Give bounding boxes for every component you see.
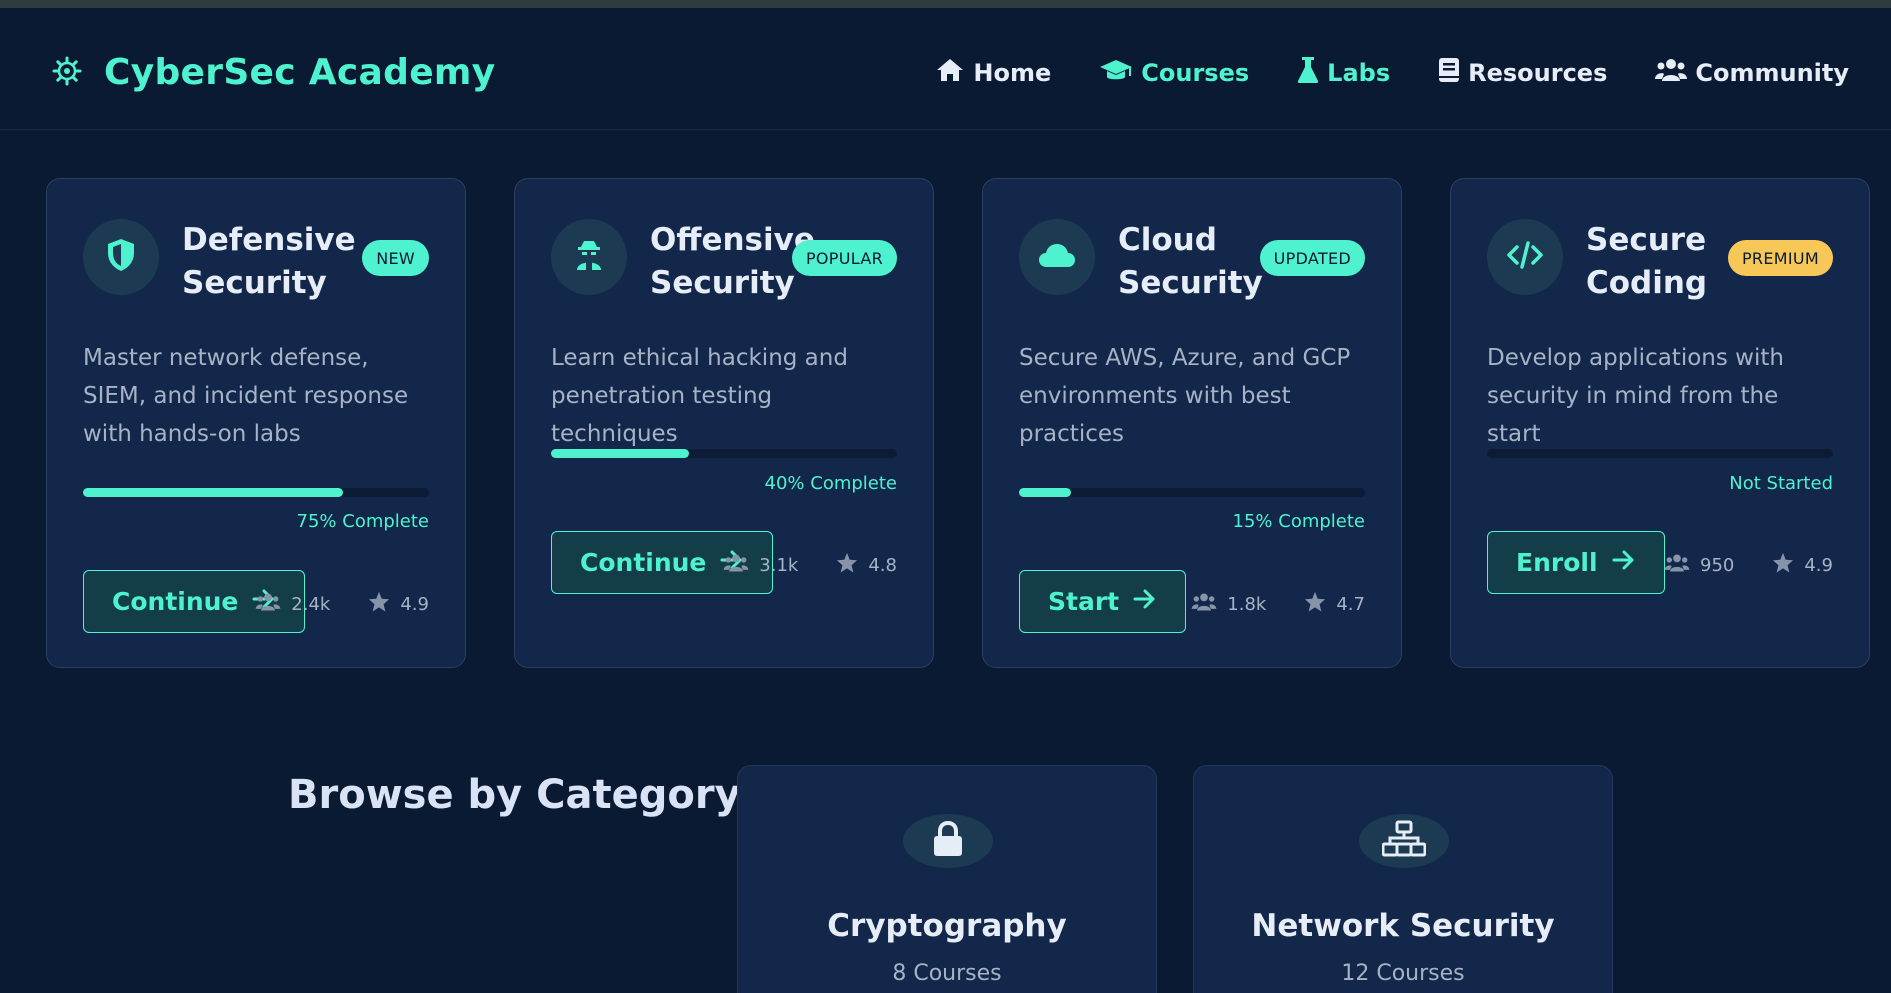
nav-resources-label: Resources: [1468, 59, 1608, 87]
course-progress-fill: [551, 449, 690, 458]
arrow-right-icon: [1133, 587, 1157, 616]
button-label: Start: [1048, 587, 1120, 616]
course-progress-bar: [1487, 449, 1833, 458]
course-card-defensive-security: Defensive Security NEW Master network de…: [46, 178, 466, 668]
rating-value: 4.9: [400, 593, 429, 615]
course-progress-label: 15% Complete: [1232, 511, 1365, 532]
course-badge: PREMIUM: [1727, 240, 1833, 276]
category-card-network-security[interactable]: Network Security 12 Courses: [1193, 765, 1613, 993]
category-icon-wrap: [1359, 814, 1449, 868]
button-label: Continue: [112, 587, 239, 616]
enroll-button[interactable]: Enroll: [1487, 531, 1665, 594]
nav-home-label: Home: [973, 59, 1052, 87]
brand[interactable]: CyberSec Academy: [52, 52, 496, 93]
nav-courses-label: Courses: [1141, 59, 1250, 87]
code-icon: [1507, 241, 1543, 273]
course-progress-bar: [1019, 488, 1365, 497]
students-count: 1.8k: [1227, 593, 1267, 615]
shield-icon: [106, 238, 136, 276]
course-description: Secure AWS, Azure, and GCP environments …: [1019, 345, 1351, 447]
course-icon-wrap: [1019, 219, 1095, 295]
main-nav: Home Courses Labs Resources Community: [935, 56, 1849, 90]
button-label: Continue: [580, 548, 707, 577]
star-icon: [1772, 552, 1794, 578]
students-count: 3.1k: [759, 554, 799, 576]
nav-courses[interactable]: Courses: [1099, 56, 1249, 90]
course-card-offensive-security: Offensive Security POPULAR Learn ethical…: [514, 178, 934, 668]
course-progress-fill: [1019, 488, 1071, 497]
students-count: 950: [1700, 554, 1735, 576]
course-description: Master network defense, SIEM, and incide…: [83, 345, 409, 447]
course-icon-wrap: [551, 219, 627, 295]
site-header: CyberSec Academy Home Courses Labs Resou…: [0, 8, 1891, 130]
course-progress-fill: [83, 488, 343, 497]
users-icon: [1655, 57, 1688, 89]
course-badge: NEW: [362, 240, 429, 276]
book-icon: [1438, 57, 1460, 89]
network-icon: [1381, 820, 1427, 862]
students-count: 2.4k: [291, 593, 331, 615]
course-meta: 2.4k 4.9: [255, 591, 429, 617]
students-icon: [723, 553, 749, 578]
course-card-secure-coding: Secure Coding PREMIUM Develop applicatio…: [1450, 178, 1870, 668]
course-card-cloud-security: Cloud Security UPDATED Secure AWS, Azure…: [982, 178, 1402, 668]
category-count: 8 Courses: [892, 961, 1002, 986]
lock-icon: [931, 820, 965, 862]
category-name: Cryptography: [827, 908, 1067, 944]
students-icon: [1191, 592, 1217, 617]
nav-home[interactable]: Home: [935, 56, 1051, 90]
gear-icon: [52, 56, 82, 90]
nav-community[interactable]: Community: [1655, 56, 1849, 90]
nav-resources[interactable]: Resources: [1438, 56, 1607, 90]
window-top-strip: [0, 0, 1891, 8]
star-icon: [836, 552, 858, 578]
section-title-browse: Browse by Category: [288, 772, 741, 818]
category-name: Network Security: [1251, 908, 1555, 944]
course-meta: 3.1k 4.8: [723, 552, 897, 578]
nav-labs-label: Labs: [1327, 59, 1391, 87]
course-badge: UPDATED: [1259, 240, 1365, 276]
course-progress-label: 75% Complete: [296, 511, 429, 532]
course-progress-label: Not Started: [1729, 473, 1833, 494]
course-title: Defensive Security: [182, 222, 356, 301]
category-count: 12 Courses: [1341, 961, 1465, 986]
flask-icon: [1297, 56, 1319, 90]
star-icon: [368, 591, 390, 617]
button-label: Enroll: [1516, 548, 1598, 577]
rating-value: 4.8: [868, 554, 897, 576]
category-card-cryptography[interactable]: Cryptography 8 Courses: [737, 765, 1157, 993]
students-icon: [1664, 553, 1690, 578]
course-badge: POPULAR: [791, 240, 897, 276]
course-progress-bar: [83, 488, 429, 497]
arrow-right-icon: [1612, 548, 1636, 577]
course-icon-wrap: [1487, 219, 1563, 295]
nav-community-label: Community: [1695, 59, 1849, 87]
course-progress-label: 40% Complete: [764, 473, 897, 494]
graduation-cap-icon: [1099, 57, 1133, 89]
brand-title: CyberSec Academy: [104, 52, 496, 93]
category-icon-wrap: [903, 814, 993, 868]
course-progress-bar: [551, 449, 897, 458]
home-icon: [935, 57, 965, 89]
course-description: Develop applications with security in mi…: [1487, 345, 1784, 447]
course-icon-wrap: [83, 219, 159, 295]
cloud-icon: [1038, 242, 1076, 272]
rating-value: 4.7: [1336, 593, 1365, 615]
course-description: Learn ethical hacking and penetration te…: [551, 345, 848, 447]
hacker-icon: [575, 239, 603, 275]
course-meta: 1.8k 4.7: [1191, 591, 1365, 617]
nav-labs[interactable]: Labs: [1297, 56, 1390, 90]
rating-value: 4.9: [1804, 554, 1833, 576]
start-button[interactable]: Start: [1019, 570, 1187, 633]
star-icon: [1304, 591, 1326, 617]
course-meta: 950 4.9: [1664, 552, 1833, 578]
students-icon: [255, 592, 281, 617]
